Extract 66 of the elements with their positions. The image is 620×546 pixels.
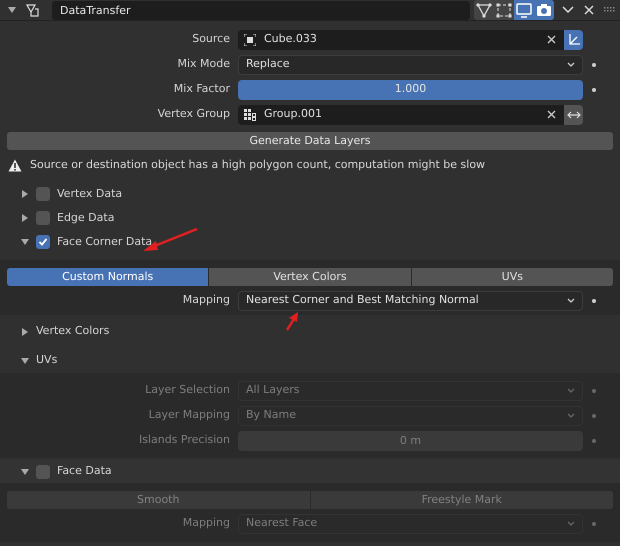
field-label: Layer Selection — [144, 382, 231, 398]
chevron-down-icon — [567, 62, 575, 68]
vertex-group-icon — [244, 108, 256, 120]
chevron-down-icon — [567, 412, 575, 418]
disclosure-icon[interactable] — [21, 190, 29, 198]
section-label: Vertex Data — [57, 186, 122, 202]
toggle-button[interactable] — [534, 0, 554, 20]
warning-icon — [8, 159, 22, 172]
dropdown[interactable]: Replace — [238, 54, 583, 74]
monitor-icon — [515, 1, 533, 19]
field-label: Mapping — [182, 515, 231, 532]
triangle-icon — [475, 1, 493, 19]
chevron-down-icon — [567, 520, 575, 526]
generate-button[interactable]: Generate Data Layers — [7, 132, 613, 150]
disclosure-icon[interactable] — [21, 238, 29, 246]
slider[interactable]: 1.000 — [238, 80, 583, 100]
field-label: Mapping — [182, 292, 231, 308]
checkbox[interactable] — [36, 211, 50, 225]
object-field[interactable]: Cube.033 — [238, 30, 564, 50]
swap-button[interactable] — [564, 104, 583, 124]
camera-icon — [535, 1, 553, 19]
object-field[interactable]: Group.001 — [238, 104, 564, 124]
field-label: Vertex Group — [156, 106, 231, 122]
keyframe-dot-icon[interactable] — [592, 62, 596, 66]
disclosure-icon[interactable] — [8, 6, 16, 14]
tab[interactable]: Custom Normals — [7, 268, 208, 286]
disclosure-icon[interactable] — [21, 356, 29, 364]
section-label: Face Data — [57, 463, 112, 480]
warning-message: Source or destination object has a high polygon count, computation might be slow — [30, 157, 486, 174]
chevron-down-icon — [567, 388, 575, 394]
field-label: Islands Precision — [138, 432, 231, 448]
drag-handle-icon[interactable] — [604, 7, 616, 13]
subpanel-label: UVs — [36, 352, 58, 368]
axes-button[interactable] — [564, 30, 583, 50]
square-icon — [495, 1, 513, 19]
section-label: Edge Data — [57, 210, 114, 226]
close-icon[interactable] — [584, 5, 594, 15]
field-label: Mix Mode — [176, 56, 231, 72]
checkbox[interactable] — [36, 235, 50, 249]
keyframe-dot-icon[interactable] — [592, 298, 596, 302]
chevron-down-icon — [567, 298, 575, 304]
checkbox[interactable] — [36, 187, 50, 201]
field-label: Layer Mapping — [148, 407, 231, 424]
checkbox[interactable] — [36, 464, 50, 478]
annotation-arrow — [284, 311, 300, 331]
keyframe-dot-icon[interactable] — [592, 88, 596, 92]
subpanel-label: Vertex Colors — [36, 323, 110, 340]
double-arrow-icon — [566, 110, 580, 118]
axes-icon — [566, 32, 580, 46]
field-label: Mix Factor — [172, 81, 231, 98]
toggle-button[interactable] — [474, 0, 494, 20]
object-icon — [244, 34, 256, 46]
disclosure-icon[interactable] — [21, 214, 29, 222]
clear-icon[interactable] — [547, 35, 556, 44]
disclosure-icon[interactable] — [21, 468, 29, 476]
field-label: Source — [191, 31, 231, 48]
tab[interactable]: UVs — [412, 268, 613, 286]
toggle-button[interactable] — [514, 0, 534, 20]
name-field[interactable]: DataTransfer — [52, 0, 470, 20]
disclosure-icon[interactable] — [21, 328, 29, 336]
section-label: Face Corner Data — [57, 234, 152, 250]
tab[interactable]: Vertex Colors — [209, 268, 411, 286]
clear-icon[interactable] — [547, 110, 556, 119]
toggle-button[interactable] — [494, 0, 514, 20]
dropdown[interactable]: Nearest Corner and Best Matching Normal — [238, 290, 583, 310]
chevron-down-icon[interactable] — [562, 6, 574, 14]
